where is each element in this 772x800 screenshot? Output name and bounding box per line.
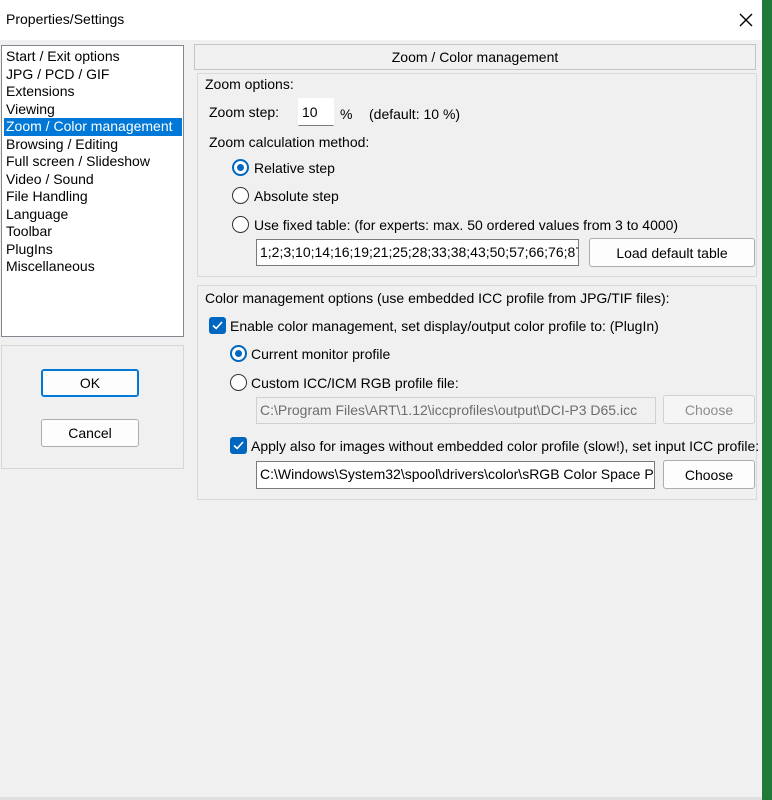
sidebar-item-video-sound[interactable]: Video / Sound — [4, 171, 182, 189]
fixed-table-radio[interactable] — [232, 216, 249, 233]
window-edge — [762, 0, 772, 800]
sidebar-item-zoom-color[interactable]: Zoom / Color management — [4, 118, 182, 136]
sidebar-item-file-handling[interactable]: File Handling — [4, 188, 182, 206]
relative-step-radio[interactable] — [232, 159, 249, 176]
ok-button[interactable]: OK — [41, 369, 139, 397]
zoom-step-input[interactable]: 10 — [298, 98, 334, 126]
enable-color-management-label[interactable]: Enable color management, set display/out… — [230, 318, 659, 334]
sidebar-item-start-exit[interactable]: Start / Exit options — [4, 48, 182, 66]
zoom-step-default: (default: 10 %) — [369, 106, 461, 122]
absolute-step-radio[interactable] — [232, 187, 249, 204]
zoom-step-label: Zoom step: — [209, 104, 280, 120]
load-default-table-button[interactable]: Load default table — [589, 238, 755, 267]
relative-step-label[interactable]: Relative step — [254, 160, 335, 176]
custom-profile-label[interactable]: Custom ICC/ICM RGB profile file: — [251, 375, 459, 391]
window-title: Properties/Settings — [6, 11, 125, 27]
custom-profile-radio[interactable] — [230, 374, 247, 391]
sidebar-item-toolbar[interactable]: Toolbar — [4, 223, 182, 241]
zoom-method-label: Zoom calculation method: — [209, 134, 370, 150]
close-icon — [739, 13, 753, 27]
zoom-table-input[interactable]: 1;2;3;10;14;16;19;21;25;28;33;38;43;50;5… — [256, 239, 579, 266]
category-list[interactable]: Start / Exit options JPG / PCD / GIF Ext… — [1, 45, 184, 337]
apply-no-profile-checkbox[interactable] — [230, 437, 247, 454]
color-management-label: Color management options (use embedded I… — [205, 290, 670, 306]
apply-no-profile-label[interactable]: Apply also for images without embedded c… — [251, 438, 759, 454]
monitor-profile-label[interactable]: Current monitor profile — [251, 346, 390, 362]
sidebar-item-browsing-editing[interactable]: Browsing / Editing — [4, 136, 182, 154]
monitor-profile-radio[interactable] — [230, 345, 247, 362]
sidebar-item-language[interactable]: Language — [4, 206, 182, 224]
choose-input-profile-button[interactable]: Choose — [663, 460, 755, 489]
sidebar-item-plugins[interactable]: PlugIns — [4, 241, 182, 259]
fixed-table-label[interactable]: Use fixed table: (for experts: max. 50 o… — [254, 217, 678, 233]
close-button[interactable] — [728, 4, 764, 36]
enable-color-management-checkbox[interactable] — [209, 317, 226, 334]
sidebar-item-fullscreen-slideshow[interactable]: Full screen / Slideshow — [4, 153, 182, 171]
sidebar-item-viewing[interactable]: Viewing — [4, 101, 182, 119]
cancel-button[interactable]: Cancel — [41, 419, 139, 447]
sidebar-item-extensions[interactable]: Extensions — [4, 83, 182, 101]
zoom-options-label: Zoom options: — [205, 76, 294, 92]
sidebar-item-jpg-pcd-gif[interactable]: JPG / PCD / GIF — [4, 66, 182, 84]
dialog-buttons-panel — [1, 345, 184, 469]
checkmark-icon — [212, 321, 223, 330]
checkmark-icon — [233, 441, 244, 450]
absolute-step-label[interactable]: Absolute step — [254, 188, 339, 204]
section-title: Zoom / Color management — [391, 49, 559, 65]
choose-custom-profile-button: Choose — [663, 395, 755, 424]
sidebar-item-miscellaneous[interactable]: Miscellaneous — [4, 258, 182, 276]
input-profile-path[interactable]: C:\Windows\System32\spool\drivers\color\… — [256, 461, 655, 489]
custom-profile-path: C:\Program Files\ART\1.12\iccprofiles\ou… — [256, 397, 656, 424]
zoom-step-unit: % — [340, 106, 353, 122]
section-header: Zoom / Color management — [194, 44, 756, 70]
